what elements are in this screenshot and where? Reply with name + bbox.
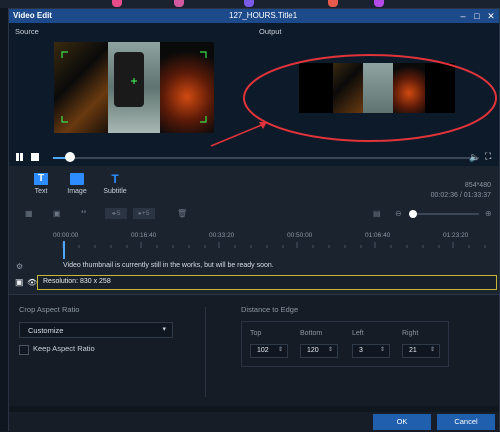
- resolution-label: Resolution: 830 x 258: [43, 278, 111, 285]
- film-icon[interactable]: ▦: [25, 209, 33, 219]
- ok-button[interactable]: OK: [373, 414, 431, 430]
- left-value: 3: [359, 347, 363, 354]
- thumbnail-notice: Video thumbnail is currently still in th…: [63, 262, 274, 269]
- minimize-icon[interactable]: –: [457, 10, 469, 22]
- video-track-row: ⚙ Video thumbnail is currently still in …: [9, 260, 499, 274]
- left-distance-input[interactable]: 3 ⇕: [352, 344, 390, 358]
- window-title: Video Edit: [13, 11, 52, 20]
- tick-label: 00:16:40: [131, 232, 157, 239]
- desktop-app-icon: [374, 0, 384, 7]
- tick-label: 01:23:20: [443, 232, 469, 239]
- horizontal-scrollbar[interactable]: [9, 406, 499, 412]
- subtitle-icon: T: [111, 172, 119, 186]
- playback-bar: 🔈 ⛶: [9, 148, 499, 166]
- image-icon: [70, 173, 84, 185]
- tick-label: 00:50:00: [287, 232, 313, 239]
- timeline-toolbar: ▦ ▣ ❛❛ ◂-5 ▸+5 🗑 ▤ ⊖ ⊕: [9, 207, 499, 221]
- chevron-down-icon: ▾: [162, 326, 166, 333]
- video-edit-window: Video Edit 127_HOURS.Title1 – □ ✕ Source…: [8, 8, 500, 432]
- crop-handles[interactable]: [54, 42, 214, 133]
- preview-area: Source Output: [9, 23, 499, 148]
- right-value: 21: [409, 347, 417, 354]
- source-label: Source: [15, 27, 39, 36]
- timeline-playhead[interactable]: [63, 241, 65, 259]
- spinner-icon[interactable]: ⇕: [380, 346, 385, 353]
- crop-icon[interactable]: ▣: [53, 209, 61, 219]
- forward-5-button[interactable]: ▸+5: [133, 208, 155, 219]
- title-bar: Video Edit 127_HOURS.Title1 – □ ✕: [9, 9, 499, 23]
- top-distance-input[interactable]: 102 ⇕: [250, 344, 288, 358]
- top-value: 102: [257, 347, 269, 354]
- tool-label: Subtitle: [103, 188, 127, 195]
- crop-track-icon[interactable]: ▣: [15, 277, 24, 288]
- dialog-footer: OK Cancel: [9, 406, 499, 432]
- video-info: 854*480 00:02:36 / 01:33:37: [431, 181, 491, 201]
- spinner-icon[interactable]: ⇕: [430, 346, 435, 353]
- background-strip: [0, 8, 8, 431]
- crop-aspect-title: Crop Aspect Ratio: [19, 305, 80, 314]
- pause-icon[interactable]: [16, 153, 19, 161]
- split-icon[interactable]: ❛❛: [81, 209, 86, 219]
- file-title: 127_HOURS.Title1: [229, 11, 298, 20]
- annotation-ellipse: [243, 54, 497, 142]
- zoom-in-icon[interactable]: ⊕: [485, 209, 492, 219]
- subtitle-track-icon[interactable]: ▤: [373, 209, 381, 219]
- tool-label: Image: [67, 188, 87, 195]
- top-label: Top: [250, 330, 262, 337]
- bottom-distance-input[interactable]: 120 ⇕: [300, 344, 338, 358]
- bottom-label: Bottom: [300, 330, 323, 337]
- seek-track[interactable]: [53, 157, 479, 159]
- crop-track-row[interactable]: Resolution: 830 x 258: [37, 275, 497, 290]
- tick-label: 00:33:20: [209, 232, 235, 239]
- keep-aspect-checkbox[interactable]: [19, 345, 29, 355]
- crop-settings-panel: Crop Aspect Ratio Customize ▾ Keep Aspec…: [9, 294, 499, 407]
- desktop-app-icon: [328, 0, 338, 7]
- bottom-value: 120: [307, 347, 319, 354]
- subtitle-tool-button[interactable]: T Subtitle: [95, 173, 135, 195]
- pause-icon[interactable]: [20, 153, 23, 161]
- video-time: 00:02:36 / 01:33:37: [430, 192, 491, 199]
- spinner-icon[interactable]: ⇕: [278, 346, 283, 353]
- zoom-handle[interactable]: [409, 210, 417, 218]
- keep-aspect-label: Keep Aspect Ratio: [33, 344, 95, 353]
- tick-label: 01:06:40: [365, 232, 391, 239]
- fullscreen-icon[interactable]: ⛶: [485, 151, 491, 162]
- close-icon[interactable]: ✕: [485, 10, 497, 22]
- right-distance-input[interactable]: 21 ⇕: [402, 344, 440, 358]
- video-resolution: 854*480: [464, 182, 491, 189]
- desktop-app-icon: [112, 0, 122, 7]
- ruler-ticks: [62, 242, 486, 248]
- desktop-app-icon: [244, 0, 254, 7]
- stop-icon[interactable]: [31, 153, 39, 161]
- trash-icon[interactable]: 🗑: [177, 209, 187, 219]
- visibility-icon[interactable]: 👁: [27, 278, 37, 287]
- tick-label: 00:00:00: [53, 232, 79, 239]
- output-label: Output: [259, 27, 282, 36]
- distance-to-edge-title: Distance to Edge: [241, 305, 299, 314]
- track-settings-icon[interactable]: ⚙: [16, 262, 23, 271]
- source-video-frame[interactable]: [54, 42, 214, 133]
- volume-icon[interactable]: 🔈: [469, 152, 480, 163]
- maximize-icon[interactable]: □: [471, 10, 483, 22]
- panel-divider: [205, 307, 206, 397]
- annotation-arrow: [210, 122, 267, 147]
- aspect-ratio-value: Customize: [28, 326, 64, 335]
- left-label: Left: [352, 330, 364, 337]
- desktop-strip: [0, 0, 500, 8]
- tool-label: Text: [34, 188, 48, 195]
- aspect-ratio-select[interactable]: Customize ▾: [19, 322, 173, 338]
- zoom-out-icon[interactable]: ⊖: [395, 209, 402, 219]
- timeline-ruler[interactable]: 00:00:00 00:16:40 00:33:20 00:50:00 01:0…: [9, 232, 499, 256]
- right-label: Right: [402, 330, 419, 337]
- spinner-icon[interactable]: ⇕: [328, 346, 333, 353]
- seek-handle[interactable]: [65, 152, 75, 162]
- text-icon: T: [34, 173, 48, 185]
- back-5-button[interactable]: ◂-5: [105, 208, 127, 219]
- distance-fields-box: Top Bottom Left Right 102 ⇕ 120 ⇕ 3 ⇕ 21…: [241, 321, 449, 367]
- desktop-app-icon: [174, 0, 184, 7]
- image-tool-button[interactable]: Image: [57, 173, 97, 195]
- text-tool-button[interactable]: T Text: [21, 173, 61, 195]
- cancel-button[interactable]: Cancel: [437, 414, 495, 430]
- zoom-track[interactable]: [409, 213, 479, 215]
